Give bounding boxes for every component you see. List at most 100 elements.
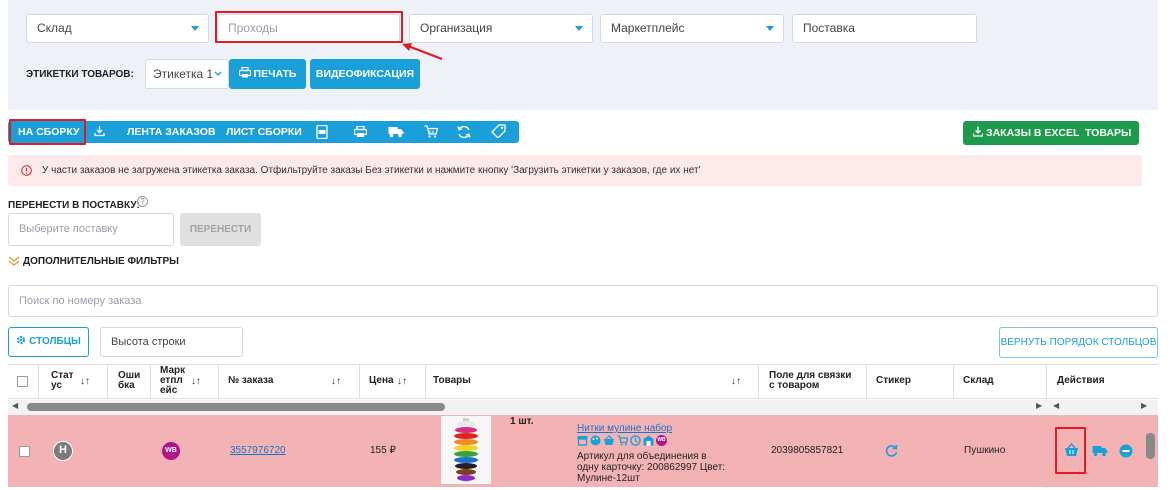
header-actions: Действия — [1057, 375, 1105, 386]
supply-input[interactable]: Поставка — [792, 14, 977, 43]
transfer-title: ПЕРЕНЕСТИ В ПОСТАВКУ: — [8, 200, 140, 211]
basket-icon[interactable] — [1064, 443, 1079, 457]
cart-icon[interactable] — [424, 125, 438, 139]
actions-scroll-left-icon[interactable]: ◀ — [1053, 401, 1059, 410]
remove-icon[interactable] — [1119, 444, 1133, 458]
assembly-sheet-label: ЛИСТ СБОРКИ — [226, 126, 302, 138]
chevron-down-icon — [766, 26, 774, 31]
header-link-field[interactable]: Поле для связки с товаром — [769, 371, 859, 391]
actions-scroll-right-icon[interactable]: ▶ — [1141, 401, 1147, 410]
order-number-link[interactable]: 3557976720 — [230, 445, 286, 456]
product-name-link[interactable]: Нитки мулине набор — [577, 423, 672, 434]
goods-button[interactable]: ТОВАРЫ — [1085, 121, 1131, 145]
vertical-scrollbar-thumb[interactable] — [1146, 433, 1155, 459]
supply-input-value: Поставка — [803, 21, 855, 35]
row-height-label: Высота строки — [111, 336, 186, 348]
extra-filters-toggle[interactable]: ДОПОЛНИТЕЛЬНЫЕ ФИЛЬТРЫ — [23, 256, 179, 267]
sort-price-icon[interactable]: ↓↑ — [397, 376, 407, 387]
header-status[interactable]: Стат ус — [51, 371, 75, 391]
download-icon — [972, 126, 984, 137]
column-divider — [218, 364, 219, 399]
warehouse-select-value: Склад — [37, 21, 72, 35]
sort-goods-icon[interactable]: ↓↑ — [731, 376, 741, 387]
quantity-value: 1 шт. — [510, 416, 534, 427]
column-divider — [107, 364, 108, 399]
pdf-icon[interactable] — [316, 125, 329, 139]
row-height-select[interactable]: Высота строки — [100, 327, 243, 357]
columns-button[interactable]: СТОЛБЦЫ — [8, 327, 89, 357]
assembly-sheet-button[interactable]: ЛИСТ СБОРКИ — [226, 121, 302, 143]
price-value: 155 ₽ — [370, 445, 396, 456]
orders-excel-label: ЗАКАЗЫ В EXCEL — [986, 127, 1080, 139]
download-icon[interactable] — [94, 125, 105, 139]
truck-icon[interactable] — [1092, 445, 1108, 457]
palette-icon — [590, 435, 601, 446]
product-thumbnail[interactable] — [441, 416, 491, 484]
supply-select[interactable]: Выберите поставку — [8, 213, 174, 246]
sort-order-no-icon[interactable]: ↓↑ — [331, 376, 341, 387]
video-record-button[interactable]: ВИДЕОФИКСАЦИЯ — [310, 59, 420, 89]
orders-feed-button[interactable]: ЛЕНТА ЗАКАЗОВ — [127, 121, 216, 143]
supply-select-placeholder: Выберите поставку — [19, 223, 118, 235]
print-button[interactable]: ПЕЧАТЬ — [229, 59, 306, 89]
columns-label: СТОЛБЦЫ — [29, 336, 81, 347]
printer-icon — [238, 66, 251, 78]
printer-icon[interactable] — [354, 126, 367, 140]
order-search-placeholder: Поиск по номеру заказа — [19, 295, 142, 307]
order-search-input[interactable]: Поиск по номеру заказа — [8, 285, 1158, 317]
header-sticker[interactable]: Стикер — [876, 376, 911, 386]
header-goods[interactable]: Товары — [433, 376, 471, 386]
product-description: Артикул для объединения в одну карточку:… — [577, 451, 726, 484]
basket-icon — [604, 435, 614, 445]
double-chevron-down-icon[interactable] — [8, 256, 20, 268]
wb-small-badge: WB — [656, 435, 667, 446]
column-divider — [953, 364, 954, 399]
scroll-left-icon[interactable]: ◀ — [12, 401, 18, 410]
column-divider — [425, 364, 426, 399]
goods-label: ТОВАРЫ — [1085, 127, 1132, 139]
marketplace-badge: WB — [162, 442, 180, 460]
orders-excel-button[interactable]: ЗАКАЗЫ В EXCEL — [972, 121, 1080, 145]
label-template-value: Этикетка 1 — [153, 67, 214, 81]
sort-marketplace-icon[interactable]: ↓↑ — [191, 376, 201, 387]
column-divider — [38, 364, 39, 399]
horizontal-scrollbar-thumb[interactable] — [27, 403, 445, 411]
column-divider — [866, 364, 867, 399]
gear-icon — [17, 335, 26, 345]
chevron-down-icon — [575, 26, 583, 31]
chevron-down-icon — [191, 26, 199, 31]
clock-icon — [630, 435, 641, 446]
header-warehouse[interactable]: Склад — [963, 376, 994, 386]
cart-icon — [617, 435, 628, 446]
organization-select-value: Организация — [420, 21, 493, 35]
refresh-icon[interactable] — [885, 444, 898, 457]
tag-icon[interactable] — [491, 124, 506, 138]
reset-columns-button[interactable]: ВЕРНУТЬ ПОРЯДОК СТОЛБЦОВ — [999, 327, 1158, 358]
header-marketplace[interactable]: Марк етпл ейс — [160, 366, 188, 396]
select-all-checkbox[interactable] — [17, 376, 28, 387]
organization-select[interactable]: Организация — [409, 14, 593, 43]
scroll-right-icon[interactable]: ▶ — [1036, 401, 1042, 410]
print-button-label: ПЕЧАТЬ — [253, 68, 297, 80]
row-checkbox[interactable] — [19, 446, 30, 457]
header-price[interactable]: Цена — [369, 376, 394, 386]
excel-goods-group: ЗАКАЗЫ В EXCEL ТОВАРЫ — [963, 121, 1139, 145]
transfer-button[interactable]: ПЕРЕНЕСТИ — [180, 213, 261, 246]
sort-status-icon[interactable]: ↓↑ — [80, 376, 90, 387]
link-field-value: 2039805857821 — [771, 445, 844, 456]
highlight-to-assembly — [9, 119, 86, 145]
status-badge: Н — [53, 441, 73, 461]
header-order-no[interactable]: № заказа — [228, 376, 273, 386]
refresh-icon[interactable] — [457, 125, 471, 139]
truck-icon[interactable] — [388, 126, 404, 140]
alert-text: У части заказов не загружена этикетка за… — [42, 165, 701, 176]
marketplace-select-value: Маркетплейс — [611, 21, 685, 35]
help-icon[interactable]: ? — [137, 196, 148, 207]
highlight-aisles — [215, 11, 403, 43]
label-template-select[interactable]: Этикетка 1 — [145, 59, 229, 89]
marketplace-select[interactable]: Маркетплейс — [600, 14, 784, 43]
warehouse-select[interactable]: Склад — [26, 14, 209, 43]
header-error[interactable]: Оши бка — [118, 371, 142, 391]
column-divider — [359, 364, 360, 399]
missing-label-alert: У части заказов не загружена этикетка за… — [8, 155, 1142, 186]
